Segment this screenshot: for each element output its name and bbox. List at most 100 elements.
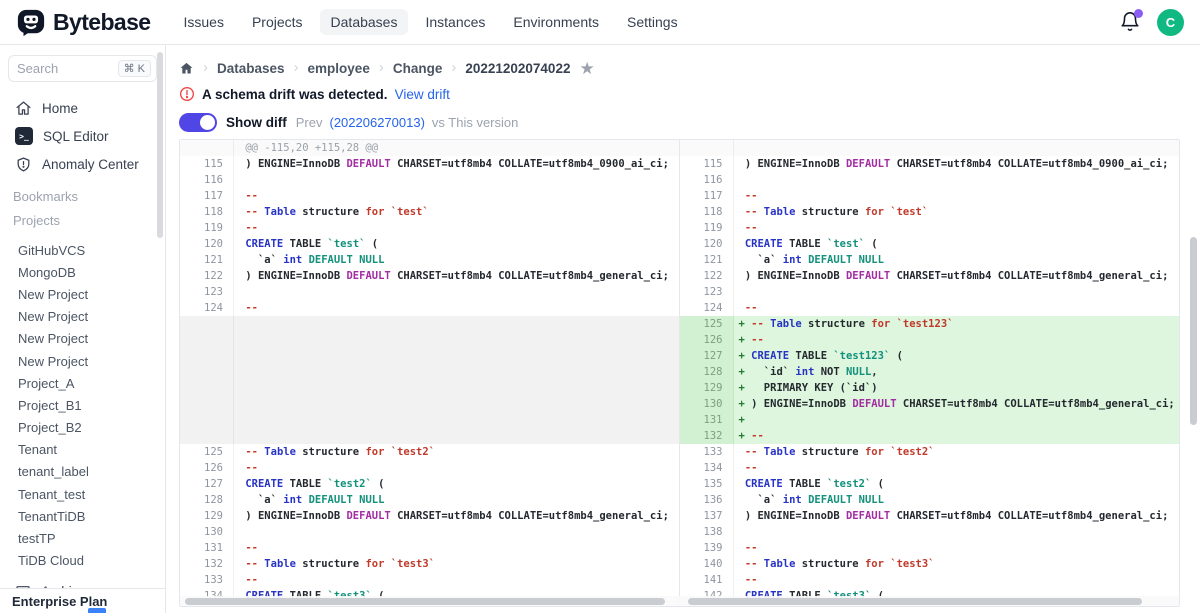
diff-row: 119 -- (680, 220, 1180, 236)
sidebar-project-item[interactable]: New Project (0, 328, 165, 350)
line-number: 131 (680, 412, 734, 428)
breadcrumb-item-databases[interactable]: Databases (217, 61, 285, 76)
line-number: 139 (680, 540, 734, 556)
sidebar-item-home[interactable]: Home (0, 94, 165, 122)
sidebar-project-item[interactable]: New Project (0, 306, 165, 328)
line-number: 138 (680, 524, 734, 540)
nav-item-issues[interactable]: Issues (172, 9, 234, 35)
prev-label: Prev (296, 115, 323, 130)
search-input[interactable]: Search ⌘ K (8, 55, 157, 82)
sidebar-project-item[interactable]: Project_A (0, 372, 165, 394)
diff-row: 129 ) ENGINE=InnoDB DEFAULT CHARSET=utf8… (180, 508, 679, 524)
line-number: 123 (180, 284, 234, 300)
line-number: 116 (180, 172, 234, 188)
sidebar-project-item[interactable]: Tenant_test (0, 483, 165, 505)
code-line (234, 332, 679, 348)
diff-row: 131+ (680, 412, 1180, 428)
code-line: -- (734, 220, 1180, 236)
app-window: Bytebase Issues Projects Databases Insta… (0, 0, 1200, 613)
breadcrumb-item-database[interactable]: employee (308, 61, 370, 76)
alert-circle-icon (179, 86, 195, 102)
code-line: @@ -115,20 +115,28 @@ (234, 140, 679, 156)
line-number: 126 (680, 332, 734, 348)
breadcrumb-item-version[interactable]: 20221202074022 (465, 61, 570, 76)
diff-row: 127 CREATE TABLE `test2` ( (180, 476, 679, 492)
page-scrollbar-thumb[interactable] (1190, 237, 1197, 425)
code-line: CREATE TABLE `test` ( (234, 236, 679, 252)
code-line: + `id` int NOT NULL, (734, 364, 1180, 380)
sidebar-project-item[interactable]: TiDB Cloud (0, 550, 165, 572)
code-line (234, 428, 679, 444)
sidebar-project-item[interactable]: GitHubVCS (0, 239, 165, 261)
show-diff-toggle[interactable] (179, 113, 217, 132)
diff-row: 125 -- Table structure for `test2` (180, 444, 679, 460)
line-number: 123 (680, 284, 734, 300)
diff-row: 128+ `id` int NOT NULL, (680, 364, 1180, 380)
sidebar-project-item[interactable]: tenant_label (0, 461, 165, 483)
code-line: -- (734, 300, 1180, 316)
h-scrollbar-thumb-right[interactable] (688, 598, 1143, 605)
nav-item-projects[interactable]: Projects (241, 9, 314, 35)
nav-item-settings[interactable]: Settings (616, 9, 689, 35)
code-line (234, 524, 679, 540)
brand-home-link[interactable]: Bytebase (16, 7, 150, 37)
sidebar-project-item[interactable]: TenantTiDB (0, 505, 165, 527)
sidebar-project-item[interactable]: Project_B1 (0, 394, 165, 416)
home-icon[interactable] (179, 61, 194, 76)
diff-row: 141 -- (680, 572, 1180, 588)
sidebar-item-anomaly-center[interactable]: Anomaly Center (0, 150, 165, 178)
sidebar-project-item[interactable]: Tenant (0, 439, 165, 461)
code-line: `a` int DEFAULT NULL (734, 492, 1180, 508)
diff-row: 137 ) ENGINE=InnoDB DEFAULT CHARSET=utf8… (680, 508, 1180, 524)
sidebar-project-item[interactable]: New Project (0, 350, 165, 372)
nav-item-instances[interactable]: Instances (414, 9, 496, 35)
line-number (180, 316, 234, 332)
line-number (180, 140, 234, 156)
code-line (234, 172, 679, 188)
line-number (180, 412, 234, 428)
line-number: 134 (680, 460, 734, 476)
view-drift-link[interactable]: View drift (395, 87, 450, 102)
notification-dot (1134, 9, 1143, 18)
line-number: 132 (180, 556, 234, 572)
diff-row: 129+ PRIMARY KEY (`id`) (680, 380, 1180, 396)
sidebar-project-item[interactable]: Project_B2 (0, 417, 165, 439)
diff-row: 138 (680, 524, 1180, 540)
sidebar-item-sql-editor[interactable]: >_ SQL Editor (0, 122, 165, 150)
sidebar-item-label: Home (42, 101, 78, 116)
nav-item-databases[interactable]: Databases (320, 9, 409, 35)
diff-row: 120 CREATE TABLE `test` ( (680, 236, 1180, 252)
h-scrollbar-thumb-left[interactable] (185, 598, 665, 605)
diff-row: 128 `a` int DEFAULT NULL (180, 492, 679, 508)
line-number: 118 (680, 204, 734, 220)
code-line: + PRIMARY KEY (`id`) (734, 380, 1180, 396)
bookmark-star-icon[interactable]: ★ (579, 60, 594, 77)
notifications-button[interactable] (1119, 11, 1141, 33)
diff-row: 124 -- (680, 300, 1180, 316)
code-line: -- (734, 188, 1180, 204)
line-number: 129 (180, 508, 234, 524)
code-line: -- (234, 460, 679, 476)
code-line: -- Table structure for `test` (234, 204, 679, 220)
line-number: 135 (680, 476, 734, 492)
code-line: CREATE TABLE `test2` ( (234, 476, 679, 492)
nav-item-environments[interactable]: Environments (502, 9, 610, 35)
prev-version-link[interactable]: (202206270013) (329, 115, 424, 130)
diff-row (180, 380, 679, 396)
sidebar-project-item[interactable]: MongoDB (0, 261, 165, 283)
sidebar-project-item[interactable]: New Project (0, 283, 165, 305)
line-number: 117 (680, 188, 734, 204)
terminal-icon: >_ (15, 127, 33, 145)
code-line: -- Table structure for `test2` (234, 444, 679, 460)
bytebase-logo-icon (16, 7, 46, 37)
code-line: ) ENGINE=InnoDB DEFAULT CHARSET=utf8mb4 … (734, 268, 1180, 284)
user-avatar[interactable]: C (1157, 9, 1184, 36)
code-line: ) ENGINE=InnoDB DEFAULT CHARSET=utf8mb4 … (234, 156, 679, 172)
line-number: 120 (680, 236, 734, 252)
breadcrumb-item-change[interactable]: Change (393, 61, 443, 76)
sidebar-project-item[interactable]: testTP (0, 527, 165, 549)
diff-row: 132+ -- (680, 428, 1180, 444)
sidebar-scrollbar[interactable] (157, 52, 163, 238)
code-line (234, 284, 679, 300)
code-line (234, 316, 679, 332)
